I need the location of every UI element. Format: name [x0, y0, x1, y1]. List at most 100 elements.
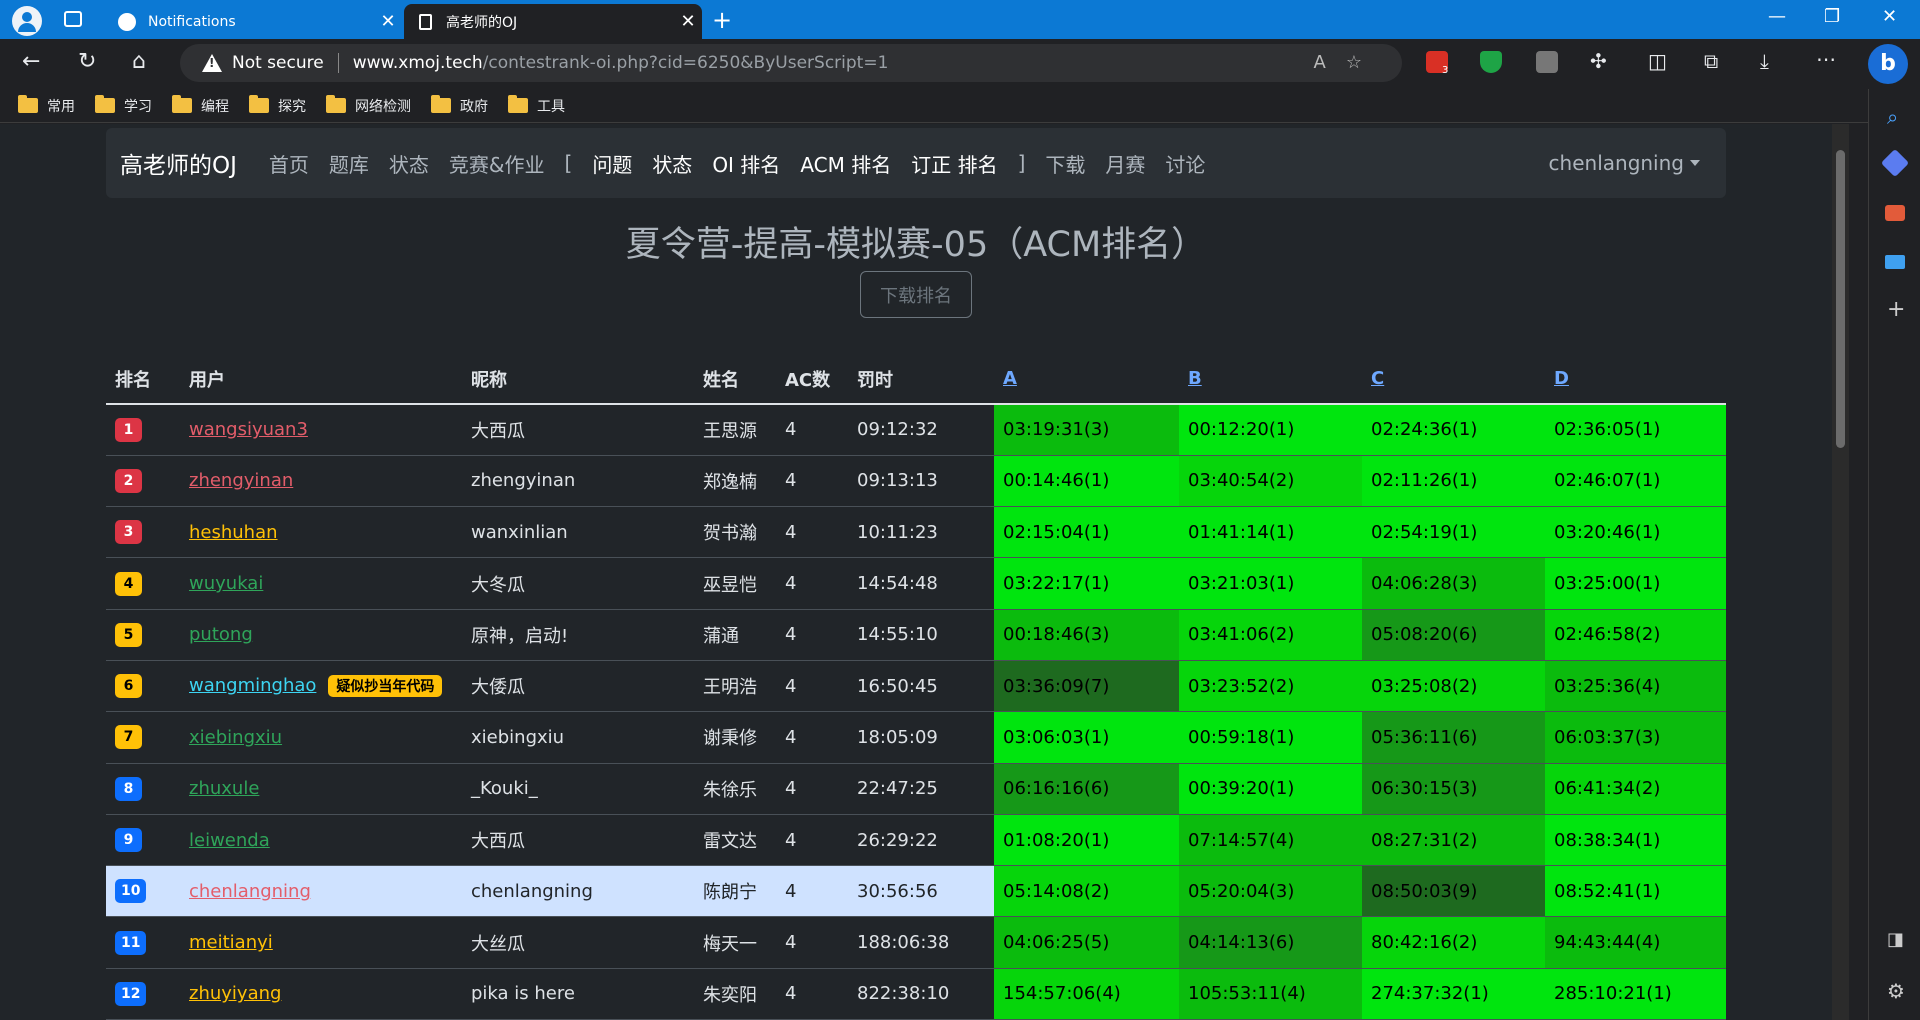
table-header: 排名 用户 昵称 姓名 AC数 罚时 A B C D: [106, 354, 1726, 405]
new-tab-icon[interactable]: +: [712, 6, 732, 34]
nav-contest-problems[interactable]: 问题: [592, 149, 632, 178]
user-link[interactable]: zhengyinan: [189, 470, 293, 491]
user-link[interactable]: heshuhan: [189, 522, 278, 543]
download-rank-button[interactable]: 下载排名: [860, 271, 972, 318]
user-link[interactable]: wuyukai: [189, 573, 263, 594]
problem-a-link[interactable]: A: [1003, 368, 1017, 389]
problem-cell: 02:15:04(1): [994, 506, 1179, 559]
zotero-extension-icon[interactable]: [1536, 51, 1558, 73]
ac-cell: 4: [776, 609, 848, 661]
nav-contests[interactable]: 竞赛&作业: [449, 149, 545, 178]
problem-cell: 00:39:20(1): [1179, 763, 1362, 815]
bookmark-folder[interactable]: 政府: [431, 95, 488, 116]
nick-cell: _Kouki_: [462, 763, 694, 815]
rank-badge: 4: [115, 571, 142, 596]
bookmark-folder[interactable]: 网络检测: [326, 95, 411, 116]
rank-cell: 6: [106, 660, 180, 713]
folder-icon: [431, 95, 451, 113]
bookmark-folder[interactable]: 编程: [172, 95, 229, 116]
site-brand[interactable]: 高老师的OJ: [120, 146, 237, 180]
header-ac: AC数: [776, 354, 848, 405]
rank-cell: 3: [106, 506, 180, 559]
problem-cell: 03:23:52(2): [1179, 660, 1362, 713]
close-tab-icon[interactable]: ✕: [374, 11, 402, 32]
sidebar-toggle-icon[interactable]: ◨: [1887, 929, 1904, 950]
downloads-icon[interactable]: ⤓: [1760, 49, 1769, 73]
settings-icon[interactable]: ⚙: [1887, 979, 1905, 1003]
user-cell: zhuxule: [180, 763, 462, 815]
add-app-icon[interactable]: +: [1887, 297, 1905, 322]
nav-oi-rank[interactable]: OI 排名: [712, 149, 780, 178]
copilot-icon[interactable]: b: [1868, 44, 1908, 84]
user-link[interactable]: zhuyiyang: [189, 983, 281, 1004]
penalty-cell: 188:06:38: [848, 916, 994, 969]
table-row: 1 wangsiyuan3 大西瓜 王思源 4 09:12:32 03:19:31(3) 00…: [106, 404, 1726, 456]
scrollbar-thumb[interactable]: [1836, 150, 1845, 448]
bookmark-folder[interactable]: 探究: [249, 95, 306, 116]
user-link[interactable]: leiwenda: [189, 830, 270, 851]
tab-oj[interactable]: 高老师的OJ ✕: [404, 4, 702, 39]
collections-icon[interactable]: ⧉: [1704, 49, 1718, 73]
penalty-cell: 14:54:48: [848, 557, 994, 610]
security-label[interactable]: Not secure: [232, 53, 324, 73]
nav-status[interactable]: 状态: [389, 149, 429, 178]
nick-cell: wanxinlian: [462, 506, 694, 559]
tab-title: Notifications: [148, 13, 236, 30]
nav-monthly[interactable]: 月赛: [1105, 149, 1145, 178]
problem-c-link[interactable]: C: [1371, 368, 1384, 389]
problem-cell: 274:37:32(1): [1362, 968, 1545, 1020]
search-icon[interactable]: ⌕: [1887, 105, 1898, 129]
problem-cell: 05:20:04(3): [1179, 865, 1362, 918]
rank-badge: 2: [115, 468, 142, 493]
user-menu[interactable]: chenlangning: [1549, 151, 1700, 175]
tools-icon[interactable]: [1885, 205, 1905, 221]
nav-correction-rank[interactable]: 订正 排名: [911, 149, 997, 178]
user-link[interactable]: meitianyi: [189, 932, 273, 953]
shopping-icon[interactable]: [1880, 148, 1910, 178]
back-icon[interactable]: ←: [22, 49, 40, 74]
problem-cell: 08:50:03(9): [1362, 865, 1545, 918]
read-aloud-and-favorite-icons[interactable]: A☆: [1314, 52, 1382, 73]
more-icon[interactable]: ⋯: [1816, 47, 1836, 71]
nav-home[interactable]: 首页: [269, 149, 309, 178]
problem-d-link[interactable]: D: [1554, 368, 1569, 389]
bookmark-folder[interactable]: 学习: [95, 95, 152, 116]
nav-discuss[interactable]: 讨论: [1165, 149, 1205, 178]
ac-cell: 4: [776, 557, 848, 610]
nav-download[interactable]: 下载: [1045, 149, 1085, 178]
home-icon[interactable]: ⌂: [132, 49, 146, 74]
outlook-icon[interactable]: [1885, 255, 1905, 269]
split-screen-icon[interactable]: ◫: [1648, 49, 1667, 73]
refresh-icon[interactable]: ↻: [78, 49, 96, 74]
window-close-icon[interactable]: ✕: [1882, 6, 1897, 27]
user-link[interactable]: wangsiyuan3: [189, 419, 308, 440]
address-bar[interactable]: Not secure www.xmoj.tech/contestrank-oi.…: [180, 44, 1402, 82]
nick-cell: 大冬瓜: [462, 557, 694, 610]
user-link[interactable]: putong: [189, 624, 253, 645]
nav-acm-rank[interactable]: ACM 排名: [800, 149, 891, 178]
folder-icon: [508, 95, 528, 113]
page-title: 夏令营-提高-模拟赛-05（ACM排名）: [625, 225, 1207, 265]
rank-cell: 11: [106, 916, 180, 969]
bookmark-folder[interactable]: 常用: [18, 95, 75, 116]
rank-cell: 2: [106, 455, 180, 508]
nick-cell: 大倭瓜: [462, 660, 694, 713]
problem-cell: 04:06:25(5): [994, 916, 1179, 969]
extensions-icon[interactable]: ✣: [1590, 49, 1607, 73]
close-tab-icon[interactable]: ✕: [674, 11, 702, 32]
problem-b-link[interactable]: B: [1188, 368, 1202, 389]
name-cell: 巫昱恺: [694, 557, 776, 610]
profile-icon[interactable]: [12, 6, 42, 36]
user-link[interactable]: chenlangning: [189, 881, 311, 902]
nav-contest-status[interactable]: 状态: [652, 149, 692, 178]
user-link[interactable]: xiebingxiu: [189, 727, 282, 748]
nav-problemset[interactable]: 题库: [329, 149, 369, 178]
user-link[interactable]: zhuxule: [189, 778, 259, 799]
restore-icon[interactable]: ❐: [1824, 6, 1840, 27]
shield-extension-icon[interactable]: [1480, 51, 1502, 73]
user-link[interactable]: wangminghao: [189, 675, 316, 696]
bookmark-folder[interactable]: 工具: [508, 95, 565, 116]
tab-actions-icon[interactable]: [64, 11, 82, 27]
minimize-icon[interactable]: —: [1768, 6, 1786, 27]
tab-notifications[interactable]: Notifications ✕: [106, 4, 402, 39]
